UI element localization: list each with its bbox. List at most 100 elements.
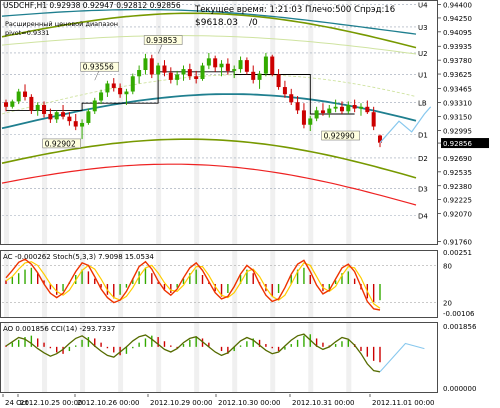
candle-body [175,74,180,80]
pivot-level-label: LB [418,99,427,107]
osc1-tick-label: 80 [443,262,452,270]
price-chart[interactable]: U4 U3 U2 U1 LB D1 D2 D3 D4 0.93853 0.93556 0.92902 0… [0,0,438,245]
range-label: Расширенный ценовой диапазон [5,20,118,28]
pivot-label: pivot=0.9331 [5,29,50,37]
candle-body [130,76,135,92]
annotation-text: 0.92902 [45,139,76,148]
session-stripe [232,1,238,244]
candle-body [4,102,8,107]
candle-body [200,65,205,79]
session-stripe [308,323,314,392]
candle-body [339,106,344,112]
price-tick-label: 0.92225 [443,197,472,205]
candle-body [48,113,53,120]
annotation-text: 0.92990 [324,132,355,141]
time-tick-label: 2012.10.31 00:00 [292,399,354,407]
price-tick-label: 0.92070 [443,211,472,219]
candle-body [23,91,28,97]
candle-body [105,83,110,93]
price-tick-label: 0.93310 [443,99,472,107]
price-tick-label: 0.92856 [443,140,472,148]
candle-body [149,58,154,75]
pivot-level-label: D4 [418,212,428,220]
ao-cci-panel[interactable]: AO 0.001856 CCI(14) -293.7337 0.001856 0.0… [0,322,477,394]
session-stripe [232,323,238,392]
candle-body [61,112,66,117]
candle-body [168,72,173,80]
candle-body [346,105,351,112]
candle-body [80,122,85,127]
price-tick-label: 0.91760 [443,238,472,246]
candle-body [124,91,129,95]
candle-body [111,83,116,88]
session-stripe [156,323,162,392]
pivot-level-label: U3 [418,24,428,32]
candle-body [371,112,376,127]
candle-body [365,106,370,113]
pivot-level-label: U1 [418,71,428,79]
time-tick-label: 2012.10.25 00:00 [20,399,82,407]
candle-body [35,105,40,111]
trading-chart-window: U4 U3 U2 U1 LB D1 D2 D3 D4 0.93853 0.93556 0.92902 0… [0,0,500,408]
candle-body [162,65,167,73]
candle-body [295,102,300,111]
candle-body [314,110,319,119]
price-tick-label: 0.92380 [443,183,472,191]
candle-body [73,121,78,127]
session-stripe [118,323,124,392]
candle-body [194,76,199,79]
price-tick-label: 0.94095 [443,29,472,37]
annotation-text: 0.93556 [83,63,114,72]
candle-body [86,111,91,123]
candle-body [244,60,249,72]
session-stripe [118,1,124,244]
candle-body [156,65,161,75]
price-tick-label: 0.93780 [443,57,472,65]
session-stripe [42,1,48,244]
price-tick-label: 0.92535 [443,169,472,177]
pivot-level-label: D1 [418,132,428,140]
ac-stochastic-panel[interactable]: AC -0.000262 Stoch(5,3,3) 7.9098 15.0534… [0,249,476,318]
candle-body [238,60,243,70]
time-axis: 24 Oct2012.10.25 00:002012.10.26 00:00 20… [2,394,434,407]
session-stripe [4,1,9,244]
candle-body [187,69,192,77]
pivot-level-label: D2 [418,155,428,163]
candle-body [232,69,237,71]
candle-body [358,106,363,109]
time-tick-label: 2012.10.29 00:00 [150,399,212,407]
symbol-ohlc-label: USDCHF,H1 0.92938 0.92947 0.92812 0.9285… [3,1,181,10]
session-stripe [194,1,200,244]
candle-body [270,56,275,75]
candle-body [333,106,338,109]
candle-body [67,116,72,122]
candle-body [29,96,34,111]
candle-body [10,101,15,107]
candle-body [289,94,294,103]
candle-body [16,91,21,102]
session-stripe [346,1,352,244]
candle-body [206,58,211,66]
candle-body [219,63,224,68]
price-tick-label: 0.93625 [443,71,472,79]
balance-extra: /0 [249,18,258,28]
candle-body [301,110,306,125]
price-axis: 0.94400 0.94250 0.94095 0.93935 0.93780 0.936… [438,1,489,246]
candle-body [276,74,281,88]
time-tick-label: 2012.11.01 00:00 [372,399,434,407]
price-tick-label: 0.92995 [443,128,472,136]
pivot-level-label: U2 [418,50,428,58]
time-tick-label: 2012.10.30 00:00 [218,399,280,407]
price-tick-label: 0.94400 [443,1,472,9]
time-tick-label: 2012.10.26 00:00 [77,399,139,407]
price-tick-label: 0.92690 [443,155,472,163]
price-tick-label: 0.93465 [443,85,472,93]
osc2-tick-label: 0.000000 [443,385,476,393]
osc1-tick-label: 20 [443,300,452,308]
session-stripe [80,323,86,392]
annotation-text: 0.93853 [146,36,177,45]
candle-body [251,71,256,80]
candle-body [54,112,59,120]
pivot-level-label: D3 [418,185,428,193]
session-stripe [194,323,200,392]
